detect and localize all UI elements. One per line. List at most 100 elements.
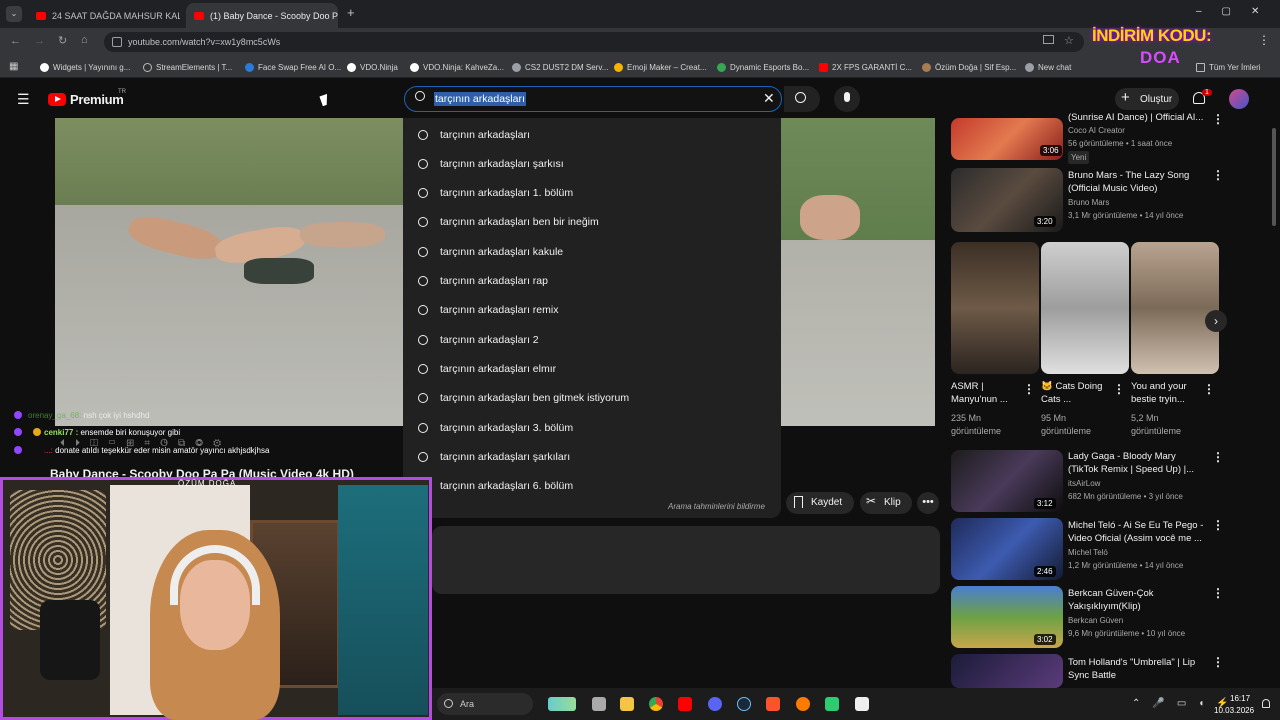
scrollbar[interactable] bbox=[1272, 128, 1276, 226]
short-title[interactable]: You and your bestie tryin... bbox=[1131, 380, 1199, 406]
search-suggestion-item[interactable]: tarçının arkadaşları rap bbox=[418, 267, 778, 296]
search-suggestion-item[interactable]: tarçının arkadaşları şarkıları bbox=[418, 442, 778, 471]
site-info-icon[interactable] bbox=[112, 37, 122, 47]
bookmark-item[interactable]: Emoji Maker – Creat... bbox=[614, 60, 707, 74]
channel-name[interactable]: itsAirLow bbox=[1068, 477, 1100, 490]
player-controls[interactable]: ⏴⏵◫▭⊞⌗◷⧉◎⚙ bbox=[60, 438, 340, 452]
search-suggestion-item[interactable]: tarçının arkadaşları remix bbox=[418, 296, 778, 325]
bookmark-item[interactable]: 2X FPS GARANTİ C... bbox=[819, 60, 912, 74]
youtube-logo-text[interactable]: Premium bbox=[70, 92, 124, 107]
notification-bell-icon[interactable] bbox=[1262, 699, 1270, 708]
short-thumbnail[interactable] bbox=[951, 242, 1039, 374]
file-explorer-icon[interactable] bbox=[620, 697, 634, 711]
url-field[interactable]: youtube.com/watch?v=xw1y8mc5cWs bbox=[104, 32, 1084, 52]
brave-icon[interactable] bbox=[766, 697, 780, 711]
app-icon[interactable] bbox=[855, 697, 869, 711]
more-options-icon[interactable]: ⋮ bbox=[1212, 586, 1224, 600]
more-options-icon[interactable]: ⋮ bbox=[1212, 518, 1224, 532]
search-suggestion-item[interactable]: tarçının arkadaşları 1. bölüm bbox=[418, 179, 778, 208]
channel-name[interactable]: Michel Teló bbox=[1068, 546, 1108, 559]
task-view-icon[interactable] bbox=[592, 697, 606, 711]
new-badge: Yeni bbox=[1068, 151, 1090, 164]
tab-1[interactable]: 24 SAAT DAĞDA MAHSUR KAL!× bbox=[28, 3, 180, 28]
video-thumbnail[interactable] bbox=[951, 654, 1063, 688]
clock-date[interactable]: 10.03.2026 bbox=[1214, 706, 1254, 715]
video-title-text[interactable]: Bruno Mars - The Lazy Song (Official Mus… bbox=[1068, 169, 1208, 195]
short-thumbnail[interactable] bbox=[1041, 242, 1129, 374]
bookmark-item[interactable]: Widgets | Yayınını g... bbox=[40, 60, 130, 74]
steam-icon[interactable] bbox=[737, 697, 751, 711]
avatar[interactable] bbox=[1229, 89, 1249, 109]
channel-name[interactable]: Berkcan Güven bbox=[1068, 614, 1123, 627]
hamburger-menu-icon[interactable]: ☰ bbox=[17, 91, 30, 108]
back-icon[interactable]: ← bbox=[10, 35, 21, 47]
short-title[interactable]: 🐱 Cats Doing Cats ... bbox=[1041, 380, 1107, 406]
bookmark-save-icon bbox=[794, 496, 803, 508]
report-predictions-link[interactable]: Arama tahminlerini bildirme bbox=[668, 502, 765, 511]
channel-name[interactable]: Coco AI Creator bbox=[1068, 124, 1125, 137]
search-suggestion-item[interactable]: tarçının arkadaşları ben bir ineğim bbox=[418, 208, 778, 237]
more-options-icon[interactable]: ⋮ bbox=[1212, 450, 1224, 464]
forward-icon[interactable]: → bbox=[34, 35, 45, 47]
youtube-icon[interactable] bbox=[678, 697, 692, 711]
channel-name[interactable]: Bruno Mars bbox=[1068, 196, 1109, 209]
new-tab-icon[interactable]: + bbox=[347, 5, 355, 20]
search-suggestion-item[interactable]: tarçının arkadaşları elmır bbox=[418, 354, 778, 383]
bookmark-icon bbox=[614, 62, 623, 72]
reload-icon[interactable]: ↻ bbox=[58, 34, 67, 47]
webcam-door bbox=[338, 485, 428, 715]
more-options-icon[interactable]: ⋮ bbox=[1203, 382, 1215, 396]
search-suggestion-item[interactable]: tarçının arkadaşları 6. bölüm bbox=[418, 472, 778, 501]
menu-dots-icon[interactable]: ⋮ bbox=[1258, 33, 1270, 47]
search-suggestion-item[interactable]: tarçının arkadaşları 3. bölüm bbox=[418, 413, 778, 442]
bookmark-item[interactable]: Dynamic Esports Bo... bbox=[717, 60, 809, 74]
more-options-icon[interactable]: ⋮ bbox=[1212, 112, 1224, 126]
bookmark-item[interactable]: StreamElements | T... bbox=[143, 60, 232, 74]
video-frame-road bbox=[780, 240, 935, 426]
video-title-text[interactable]: Tom Holland's "Umbrella" | Lip Sync Batt… bbox=[1068, 656, 1208, 682]
video-title-text[interactable]: Berkcan Güven-Çok Yakışıklıyım(Klip) bbox=[1068, 587, 1208, 613]
search-query-selected[interactable]: tarçının arkadaşları bbox=[434, 92, 526, 106]
apps-icon[interactable]: ▦ bbox=[9, 61, 18, 72]
more-options-icon[interactable]: ⋮ bbox=[1113, 382, 1125, 396]
more-options-icon[interactable]: ⋮ bbox=[1212, 168, 1224, 182]
widgets-icon[interactable] bbox=[548, 697, 576, 711]
star-icon[interactable]: ☆ bbox=[1064, 34, 1074, 47]
video-title-text[interactable]: Lady Gaga - Bloody Mary (TikTok Remix | … bbox=[1068, 450, 1208, 476]
short-views: 95 Mn bbox=[1041, 413, 1067, 423]
search-suggestion-item[interactable]: tarçının arkadaşları ben gitmek istiyoru… bbox=[418, 384, 778, 413]
clock-time[interactable]: 16:17 bbox=[1230, 694, 1250, 703]
more-options-icon[interactable]: ⋮ bbox=[1212, 655, 1224, 669]
bookmark-item[interactable]: Özüm Doğa | Sif Esp... bbox=[922, 60, 1016, 74]
tab-search-icon[interactable]: ⌄ bbox=[6, 6, 22, 22]
video-figure bbox=[244, 258, 314, 284]
short-title[interactable]: ASMR | Manyu'nun ... bbox=[951, 380, 1021, 406]
bookmark-item[interactable]: VDO.Ninja bbox=[347, 60, 398, 74]
window-controls[interactable]: –▢✕ bbox=[1196, 6, 1279, 17]
duration-badge: 3:20 bbox=[1034, 216, 1056, 227]
search-suggestion-item[interactable]: tarçının arkadaşları şarkısı bbox=[418, 149, 778, 178]
extension-icon[interactable] bbox=[1043, 35, 1054, 44]
video-title-text[interactable]: (Sunrise AI Dance) | Official AI... bbox=[1068, 111, 1208, 124]
more-options-icon[interactable]: ⋮ bbox=[1023, 382, 1035, 396]
description-box[interactable] bbox=[432, 526, 940, 594]
video-title-text[interactable]: Michel Teló - Ai Se Eu Te Pego - Video O… bbox=[1068, 519, 1208, 545]
more-actions-button[interactable]: ••• bbox=[917, 492, 939, 514]
chrome-icon[interactable] bbox=[649, 697, 663, 711]
short-thumbnail[interactable] bbox=[1131, 242, 1219, 374]
bookmark-item[interactable]: CS2 DUST2 DM Serv... bbox=[512, 60, 608, 74]
search-suggestion-item[interactable]: tarçının arkadaşları kakule bbox=[418, 237, 778, 266]
app-icon[interactable] bbox=[825, 697, 839, 711]
bookmark-item[interactable]: New chat bbox=[1025, 60, 1071, 74]
search-suggestion-item[interactable]: tarçının arkadaşları bbox=[418, 120, 778, 149]
clear-search-icon[interactable]: ✕ bbox=[763, 90, 775, 107]
discord-icon[interactable] bbox=[708, 697, 722, 711]
tab-2[interactable]: (1) Baby Dance - Scooby Doo P× bbox=[186, 3, 338, 28]
home-icon[interactable]: ⌂ bbox=[81, 34, 88, 46]
all-bookmarks[interactable]: Tüm Yer İmleri bbox=[1196, 60, 1261, 74]
bookmark-item[interactable]: VDO.Ninja: KahveZa... bbox=[410, 60, 504, 74]
bookmark-item[interactable]: Face Swap Free AI O... bbox=[245, 60, 341, 74]
search-suggestion-item[interactable]: tarçının arkadaşları 2 bbox=[418, 325, 778, 354]
next-arrow-icon[interactable]: › bbox=[1205, 310, 1227, 332]
app-icon[interactable] bbox=[796, 697, 810, 711]
